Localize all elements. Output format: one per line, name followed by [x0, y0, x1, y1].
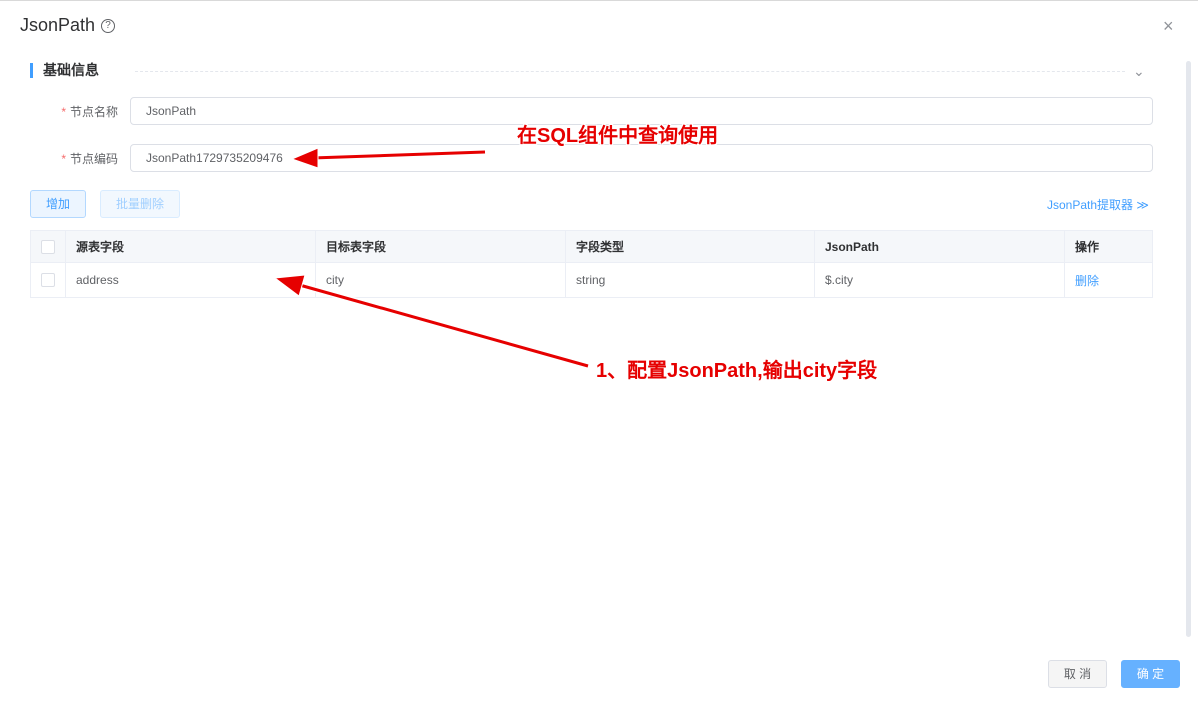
cancel-button[interactable]: 取 消: [1048, 660, 1107, 688]
arrow-to-table-row: [273, 274, 589, 369]
arrow-to-node-code: [290, 147, 486, 169]
annotation-sql-usage: 在SQL组件中查询使用: [517, 125, 719, 147]
confirm-button[interactable]: 确 定: [1121, 660, 1180, 688]
annotation-configure-jsonpath: 1、配置JsonPath,输出city字段: [596, 360, 878, 382]
jsonpath-dialog: JsonPath ? × 基础信息 ⌄ * 节点名称 JsonPath * 节点编码…: [0, 0, 1198, 705]
